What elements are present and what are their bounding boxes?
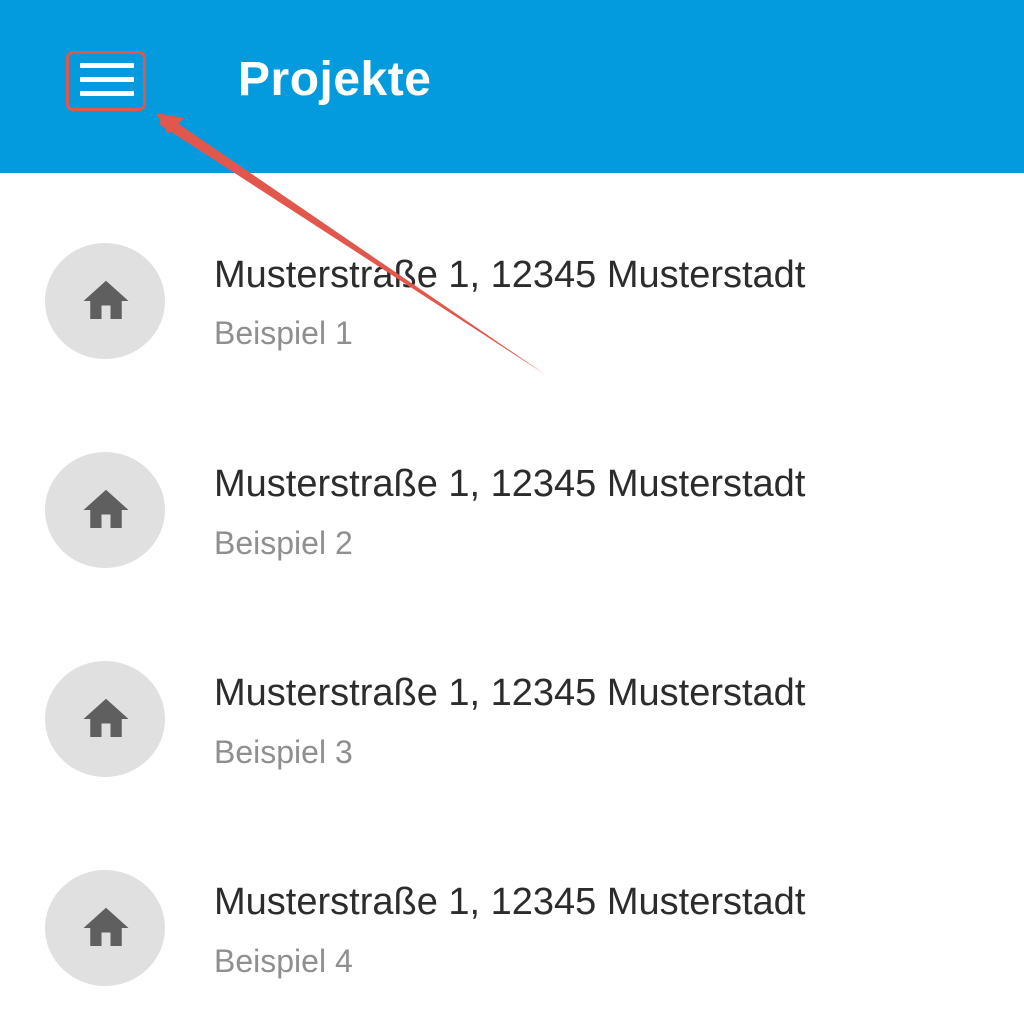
project-label: Beispiel 4 bbox=[214, 943, 353, 979]
avatar bbox=[45, 243, 165, 359]
app-bar: Projekte bbox=[0, 0, 1024, 173]
list-item[interactable]: Musterstraße 1, 12345 Musterstadt Beispi… bbox=[0, 243, 1024, 393]
hamburger-menu-icon bbox=[80, 63, 134, 68]
project-label: Beispiel 1 bbox=[214, 315, 353, 351]
home-icon bbox=[83, 698, 129, 737]
menu-button[interactable] bbox=[66, 51, 146, 111]
project-address: Musterstraße 1, 12345 Musterstadt bbox=[214, 881, 806, 923]
project-address: Musterstraße 1, 12345 Musterstadt bbox=[214, 672, 806, 714]
page-title: Projekte bbox=[238, 53, 432, 106]
project-label: Beispiel 3 bbox=[214, 734, 353, 770]
project-label: Beispiel 2 bbox=[214, 525, 353, 561]
project-address: Musterstraße 1, 12345 Musterstadt bbox=[214, 254, 806, 296]
hamburger-menu-icon-line bbox=[80, 77, 134, 82]
hamburger-menu-icon-line bbox=[80, 91, 134, 96]
avatar bbox=[45, 452, 165, 568]
list-item[interactable]: Musterstraße 1, 12345 Musterstadt Beispi… bbox=[0, 870, 1024, 1020]
list-item[interactable]: Musterstraße 1, 12345 Musterstadt Beispi… bbox=[0, 452, 1024, 602]
list-item[interactable]: Musterstraße 1, 12345 Musterstadt Beispi… bbox=[0, 661, 1024, 811]
home-icon bbox=[83, 280, 129, 319]
avatar bbox=[45, 661, 165, 777]
app-window: Projekte Musterstraße 1, 12345 Mustersta… bbox=[0, 0, 1024, 1024]
avatar bbox=[45, 870, 165, 986]
home-icon bbox=[83, 489, 129, 528]
project-address: Musterstraße 1, 12345 Musterstadt bbox=[214, 463, 806, 505]
home-icon bbox=[83, 907, 129, 946]
